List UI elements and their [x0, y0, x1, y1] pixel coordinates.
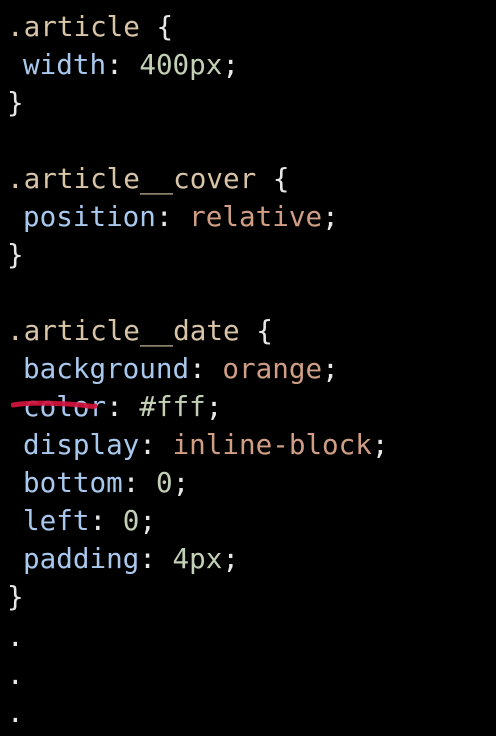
- semicolon: ;: [222, 48, 240, 81]
- colon: :: [106, 48, 123, 81]
- css-value: 400px: [139, 48, 223, 81]
- css-property: position: [23, 200, 156, 233]
- semicolon: ;: [322, 200, 339, 233]
- css-selector: .article__date: [7, 314, 240, 347]
- close-brace: }: [7, 86, 24, 119]
- declaration-line: background: orange;: [7, 350, 339, 388]
- semicolon: ;: [222, 542, 240, 575]
- css-value: 0: [122, 504, 140, 537]
- colon: :: [122, 466, 140, 499]
- semicolon: ;: [371, 428, 389, 461]
- css-property: width: [23, 48, 107, 81]
- colon: :: [155, 200, 173, 233]
- css-property: background: [23, 352, 190, 385]
- rule-selector-line: .article {: [7, 8, 173, 46]
- ellipsis-dot-line: .: [7, 694, 24, 732]
- colon: :: [139, 542, 156, 575]
- semicolon: ;: [172, 466, 190, 499]
- close-brace-line: }: [7, 84, 24, 122]
- css-value: 0: [155, 466, 173, 499]
- ellipsis-dot-line: .: [7, 618, 24, 656]
- open-brace: {: [256, 162, 290, 195]
- close-brace: }: [7, 238, 24, 271]
- ellipsis-dot: .: [7, 696, 24, 729]
- close-brace: }: [7, 580, 24, 613]
- css-property: padding: [23, 542, 140, 575]
- colon: :: [89, 504, 107, 537]
- open-brace: {: [239, 314, 273, 347]
- colon: :: [139, 428, 156, 461]
- strike-through-mark: [11, 400, 97, 409]
- semicolon: ;: [205, 390, 223, 423]
- css-value: #fff: [139, 390, 206, 423]
- code-editor[interactable]: .article { width: 400px; } .article__cov…: [0, 0, 496, 736]
- close-brace-line: }: [7, 236, 24, 274]
- declaration-line: display: inline-block;: [7, 426, 389, 464]
- ellipsis-dot-line: .: [7, 656, 24, 694]
- close-brace-line: }: [7, 578, 24, 616]
- semicolon: ;: [139, 504, 156, 537]
- css-property: left: [23, 504, 90, 537]
- semicolon: ;: [322, 352, 339, 385]
- rule-selector-line: .article__date {: [7, 312, 273, 350]
- css-property: display: [23, 428, 140, 461]
- open-brace: {: [139, 10, 174, 43]
- css-property: bottom: [23, 466, 123, 499]
- css-value: 4px: [172, 542, 223, 575]
- css-selector: .article__cover: [7, 162, 257, 195]
- ellipsis-dot: .: [7, 658, 24, 691]
- declaration-line: width: 400px;: [7, 46, 239, 84]
- declaration-line: bottom: 0;: [7, 464, 189, 502]
- colon: :: [189, 352, 206, 385]
- declaration-line: position: relative;: [7, 198, 339, 236]
- css-value: orange: [222, 352, 323, 385]
- declaration-line: padding: 4px;: [7, 540, 239, 578]
- rule-selector-line: .article__cover {: [7, 160, 289, 198]
- css-selector: .article: [7, 10, 140, 43]
- declaration-line: left: 0;: [7, 502, 156, 540]
- ellipsis-dot: .: [7, 620, 24, 653]
- css-value: inline-block: [172, 428, 372, 461]
- css-value: relative: [189, 200, 323, 233]
- colon: :: [106, 390, 123, 423]
